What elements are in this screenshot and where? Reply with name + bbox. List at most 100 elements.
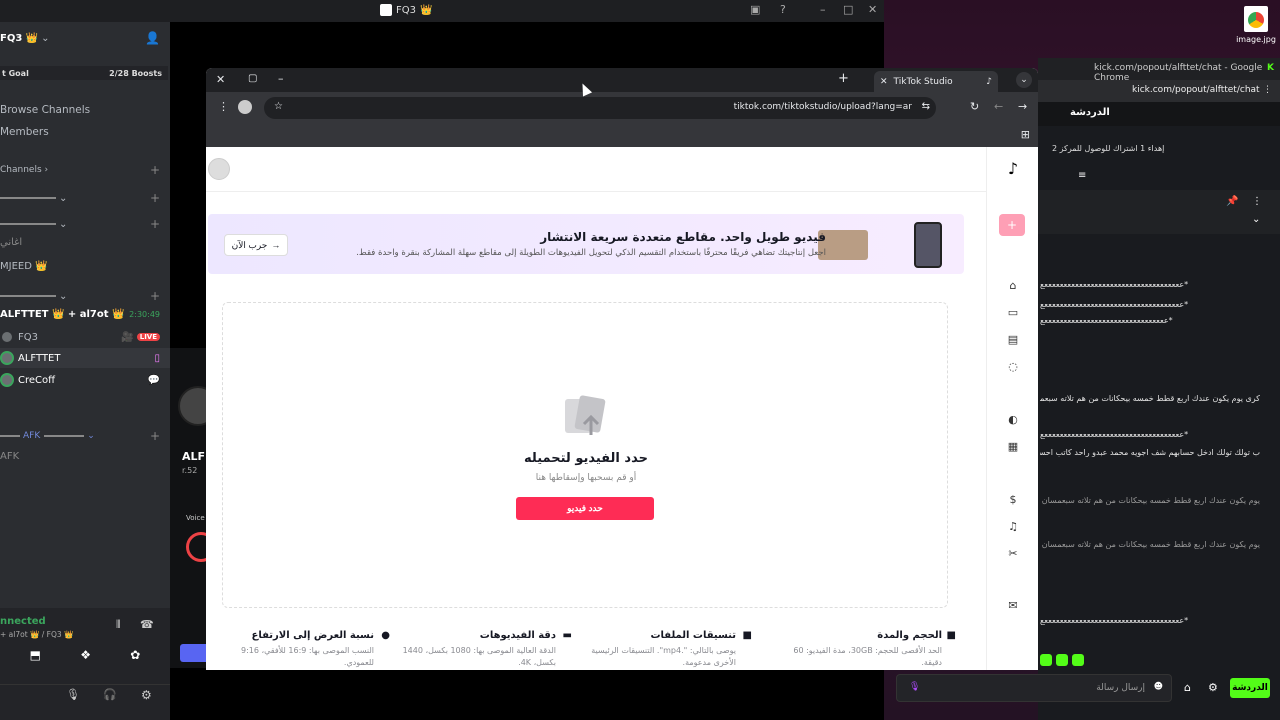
server-header[interactable]: FQ3 👑 ⌄ 👤 <box>0 28 170 48</box>
stream-preview[interactable]: ALF r.52 Voice <box>170 348 218 668</box>
bookmark-star-icon[interactable]: ☆ <box>274 101 283 112</box>
tab-tiktok-studio[interactable]: ✕ TikTok Studio ♪ <box>874 71 998 92</box>
minimize-icon[interactable]: – <box>820 3 826 16</box>
channels-category[interactable]: Channels › + <box>0 160 170 180</box>
upload-title: حدد الفيديو لتحميله <box>524 451 648 466</box>
chrome-file-icon <box>1244 6 1268 32</box>
afk-category[interactable]: AFK ⌄ + <box>0 426 170 446</box>
add-icon[interactable]: + <box>150 191 160 205</box>
address-bar[interactable]: ☆ tiktok.com/tiktokstudio/upload?lang=ar… <box>264 97 936 119</box>
chat-message: *ععععععععععععععععععععععععععععععععععععع <box>1040 616 1189 625</box>
select-video-button[interactable]: حدد فيديو <box>516 497 654 520</box>
desktop-file[interactable]: image.jpg <box>1236 6 1276 44</box>
add-icon[interactable]: + <box>150 429 160 443</box>
kick-address-bar[interactable]: kick.com/popout/alfttet/chat ⋮ <box>1038 80 1280 102</box>
inbox-icon[interactable]: ▣ <box>750 3 760 16</box>
reload-icon[interactable]: ↻ <box>970 100 979 113</box>
channel-agani[interactable]: اغاني <box>0 232 170 252</box>
monetization-icon[interactable]: $ <box>987 493 1038 506</box>
tab-search-icon[interactable]: ⌄ <box>1016 72 1032 88</box>
feedback-icon[interactable]: ✉ <box>987 599 1038 612</box>
emote-icon[interactable] <box>1040 654 1052 666</box>
profile-avatar[interactable] <box>238 100 252 114</box>
add-icon[interactable]: + <box>150 289 160 303</box>
upload-plus-button[interactable]: + <box>999 214 1025 236</box>
add-icon[interactable]: + <box>150 217 160 231</box>
microphone-icon[interactable]: 🎙 <box>909 682 920 692</box>
voice-user[interactable]: ALFTTET ▯ <box>0 348 170 368</box>
academy-icon[interactable]: ▦ <box>987 440 1038 453</box>
add-channel-icon[interactable]: + <box>150 163 160 177</box>
invite-icon[interactable]: 👤 <box>145 31 160 45</box>
chat-message: ب تولك تولك ادخل حسابهم شف اجويه محمد عب… <box>1040 448 1260 457</box>
members-link[interactable]: Members <box>0 122 170 142</box>
chat-message: يوم يكون عندك اربع قطط خمسه بيحكانات من … <box>1040 496 1260 505</box>
kick-logo-icon: K <box>1267 63 1274 73</box>
app-title-bar: FQ3 👑 ▣ ? – □ ✕ <box>0 0 884 22</box>
chat-message: *ععععععععععععععععععععععععععععععععع <box>1040 316 1173 325</box>
try-now-button[interactable]: جرب الآن → <box>224 234 288 256</box>
chat-input[interactable]: 🎙 إرسال رسالة ☻ <box>896 674 1172 702</box>
close-icon[interactable]: ✕ <box>868 3 877 16</box>
chevron-down-icon[interactable]: ⌄ <box>1252 214 1260 225</box>
app-logo-icon <box>380 4 392 16</box>
home-icon[interactable]: ⌂ <box>987 279 1038 292</box>
pinned-message: إهداء 1 اشتراك للوصول للمركز 2 <box>1052 144 1165 153</box>
settings-gear-icon[interactable]: ⚙ <box>1208 681 1218 694</box>
chat-message: *ععععععععععععععععععععععععععععععععععععع <box>1040 300 1189 309</box>
help-icon[interactable]: ? <box>780 3 786 16</box>
banner-subtitle: اجعل إنتاجيتك تضاهي فريقًا محترفًا باستخ… <box>356 248 826 258</box>
phone-icon: ▯ <box>154 352 160 364</box>
voice-user[interactable]: CreCoff 💬 <box>0 370 170 390</box>
browse-channels[interactable]: Browse Channels <box>0 100 170 120</box>
voice-channel[interactable]: ALFTTET 👑 + al7ot 👑 2:30:49 <box>0 304 170 324</box>
emote-icon[interactable] <box>1056 654 1068 666</box>
kebab-menu-icon[interactable]: ⋮ <box>1263 85 1272 95</box>
soundboard-icon[interactable]: ✿ <box>130 648 140 662</box>
close-tab-icon[interactable]: ✕ <box>880 77 888 87</box>
chat-message: يوم يكون عندك اربع قطط خمسه بيحكانات من … <box>1040 540 1260 549</box>
gift-icon[interactable]: ⌂ <box>1184 681 1191 694</box>
close-icon[interactable]: ✕ <box>216 73 225 86</box>
connection-detail: + al7ot 👑 / FQ3 👑 <box>0 630 74 639</box>
analytics-icon[interactable]: ▤ <box>987 333 1038 346</box>
upload-dropzone[interactable]: حدد الفيديو لتحميله أو قم بسحبها وإسقاطه… <box>222 302 948 608</box>
settings-gear-icon[interactable]: ⚙ <box>141 688 152 702</box>
emoji-icon[interactable]: ☻ <box>1154 682 1163 692</box>
tiktok-logo-icon[interactable]: ♪ <box>987 159 1038 178</box>
afk-channel[interactable]: AFK <box>0 446 170 466</box>
microphone-icon[interactable]: 🎙 <box>66 688 80 701</box>
user-avatar[interactable] <box>208 158 230 180</box>
activity-icon[interactable]: ❖ <box>80 648 91 662</box>
user-mjeed[interactable]: MJEED 👑 <box>0 256 170 276</box>
chrome-menu-icon[interactable]: ⋮ <box>218 100 229 113</box>
new-tab-icon[interactable]: + <box>838 71 849 86</box>
maximize-icon[interactable]: ▢ <box>248 73 257 84</box>
boost-goal[interactable]: t Goal 2/28 Boosts <box>0 66 168 80</box>
screenshare-icon[interactable]: ⬒ <box>30 648 41 662</box>
more-icon[interactable]: ⋮ <box>1252 196 1262 207</box>
posts-icon[interactable]: ▭ <box>987 306 1038 319</box>
music-icon[interactable]: ♫ <box>987 520 1038 533</box>
collapse-icon[interactable]: ≡ <box>1078 170 1086 181</box>
voice-user[interactable]: FQ3 🎥 LIVE <box>0 327 170 347</box>
noise-icon[interactable]: ⫴ <box>116 618 121 632</box>
maximize-icon[interactable]: □ <box>843 3 853 16</box>
apps-grid-icon[interactable]: ⊞ <box>1021 128 1030 141</box>
send-chat-button[interactable]: الدردشة <box>1230 678 1270 698</box>
inspiration-icon[interactable]: ◐ <box>987 413 1038 426</box>
channel-item[interactable]: ⌄ + <box>0 214 170 234</box>
disconnect-icon[interactable]: ☎ <box>140 618 154 631</box>
back-icon[interactable]: ← <box>994 100 1003 113</box>
site-settings-icon[interactable]: ⇆ <box>922 101 930 112</box>
tools-icon[interactable]: ✂ <box>987 547 1038 560</box>
channel-item[interactable]: ⌄ + <box>0 286 170 306</box>
emote-icon[interactable] <box>1072 654 1084 666</box>
headphones-icon[interactable]: 🎧 <box>103 688 117 701</box>
folder-icon: ■ <box>742 630 752 641</box>
comments-icon[interactable]: ◌ <box>987 360 1038 373</box>
minimize-icon[interactable]: – <box>278 72 284 85</box>
pin-icon[interactable]: 📌 <box>1226 196 1238 207</box>
channel-item[interactable]: ⌄ + <box>0 188 170 208</box>
forward-icon[interactable]: → <box>1018 100 1027 113</box>
